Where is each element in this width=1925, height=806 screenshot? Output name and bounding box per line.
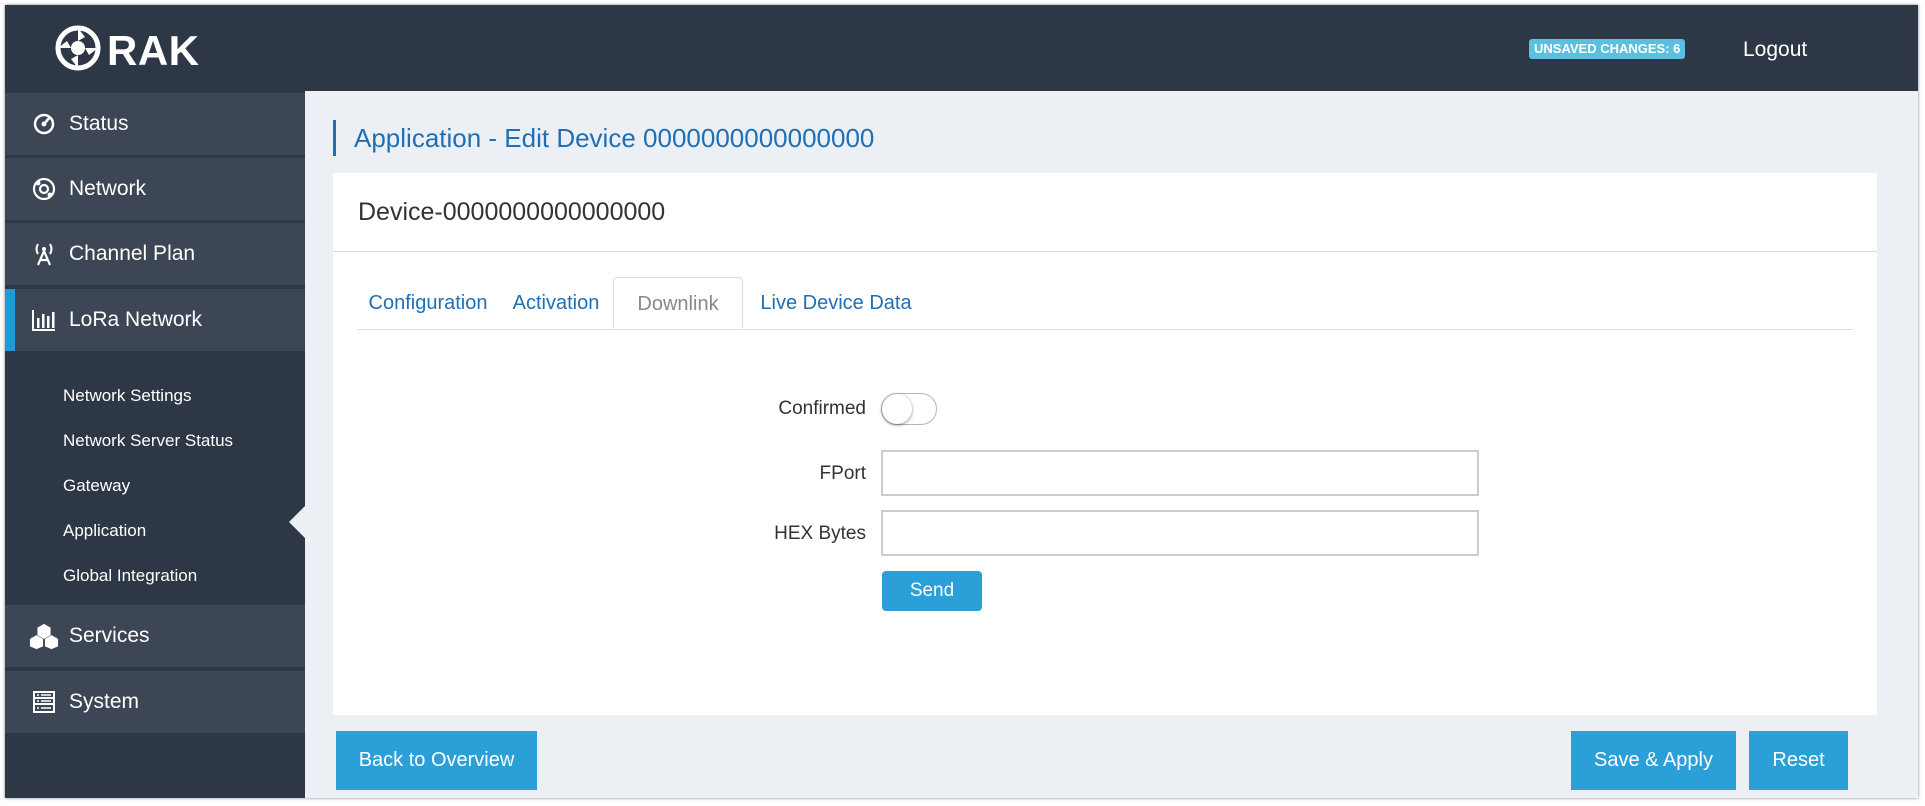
reset-button[interactable]: Reset [1749,731,1848,790]
subnav-item-gateway[interactable]: Gateway [63,476,130,496]
sidebar: Status Network Channel Plan LoRa Network… [5,91,305,798]
unsaved-changes-badge[interactable]: UNSAVED CHANGES: 6 [1529,39,1686,59]
sidebar-item-label: System [69,690,140,713]
sidebar-item-label: Services [69,624,150,647]
tab-bar: Configuration Activation Downlink Live D… [357,277,1853,330]
confirmed-toggle[interactable] [881,393,937,425]
subnav-item-global-integration[interactable]: Global Integration [63,566,197,586]
antenna-icon [29,239,59,269]
send-button[interactable]: Send [882,571,982,611]
status-icon [29,109,59,139]
server-icon [29,687,59,717]
cubes-icon [29,621,59,651]
sidebar-item-system[interactable]: System [5,671,305,733]
tab-activation[interactable]: Activation [499,277,613,329]
top-header: RAK UNSAVED CHANGES: 6 Logout [5,5,1918,91]
bar-chart-icon [29,305,59,335]
sidebar-item-label: Network [69,177,147,200]
tab-live-device-data[interactable]: Live Device Data [743,277,929,329]
tab-downlink[interactable]: Downlink [613,277,743,329]
confirmed-label: Confirmed [778,398,866,419]
logout-link[interactable]: Logout [1743,38,1807,62]
panel-header: Device-0000000000000000 [333,173,1877,252]
active-item-pointer [289,506,305,538]
sidebar-item-channel-plan[interactable]: Channel Plan [5,223,305,285]
device-title: Device-0000000000000000 [358,198,666,226]
device-panel: Device-0000000000000000 Configuration Ac… [333,173,1877,715]
sidebar-item-label: Status [69,112,129,135]
subnav-item-network-settings[interactable]: Network Settings [63,386,192,406]
hex-bytes-label: HEX Bytes [774,523,866,544]
fport-label: FPort [819,463,866,484]
rak-logo-icon [53,23,103,78]
network-icon [29,174,59,204]
sidebar-item-lora-network[interactable]: LoRa Network [5,289,305,351]
sidebar-item-label: LoRa Network [69,308,203,331]
lora-subnav: Network Settings Network Server Status G… [5,359,305,605]
sidebar-item-network[interactable]: Network [5,158,305,220]
toggle-knob [882,394,912,424]
back-to-overview-button[interactable]: Back to Overview [336,731,537,790]
subnav-item-application[interactable]: Application [63,521,146,541]
save-apply-button[interactable]: Save & Apply [1571,731,1736,790]
sidebar-item-status[interactable]: Status [5,93,305,155]
logo-text: RAK [107,26,200,74]
hex-bytes-input[interactable] [881,510,1479,556]
logo[interactable]: RAK [53,23,200,78]
app-window: RAK UNSAVED CHANGES: 6 Logout Status Net… [5,5,1918,798]
subnav-item-network-server-status[interactable]: Network Server Status [63,431,233,451]
fport-input[interactable] [881,450,1479,496]
tab-configuration[interactable]: Configuration [357,277,499,329]
page-title: Application - Edit Device 00000000000000… [333,120,874,156]
sidebar-item-label: Channel Plan [69,242,196,265]
sidebar-item-services[interactable]: Services [5,605,305,667]
